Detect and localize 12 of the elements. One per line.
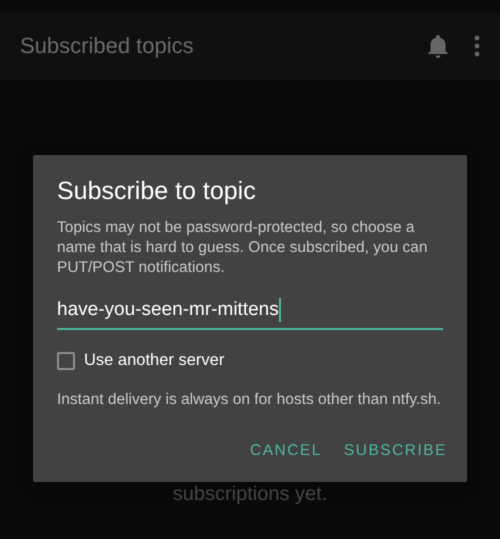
cancel-button[interactable]: CANCEL: [246, 438, 326, 464]
more-options-icon[interactable]: [474, 35, 480, 57]
checkbox-label[interactable]: Use another server: [84, 351, 224, 370]
subscribe-button[interactable]: SUBSCRIBE: [340, 438, 451, 464]
dialog-description: Topics may not be password-protected, so choose a name that is hard to guess. Once subscribed, you can PUT/POST notifications.: [57, 218, 428, 278]
app-title: Subscribed topics: [20, 33, 195, 59]
empty-state-text: subscriptions yet.: [172, 483, 328, 506]
delivery-note: Instant delivery is always on for hosts other than ntfy.sh.: [57, 390, 442, 410]
topic-input-field[interactable]: have-you-seen-mr-mittens: [57, 292, 443, 330]
server-checkbox[interactable]: [57, 352, 75, 370]
bell-icon[interactable]: [428, 34, 448, 58]
dialog-title: Subscribe to topic: [57, 177, 257, 206]
